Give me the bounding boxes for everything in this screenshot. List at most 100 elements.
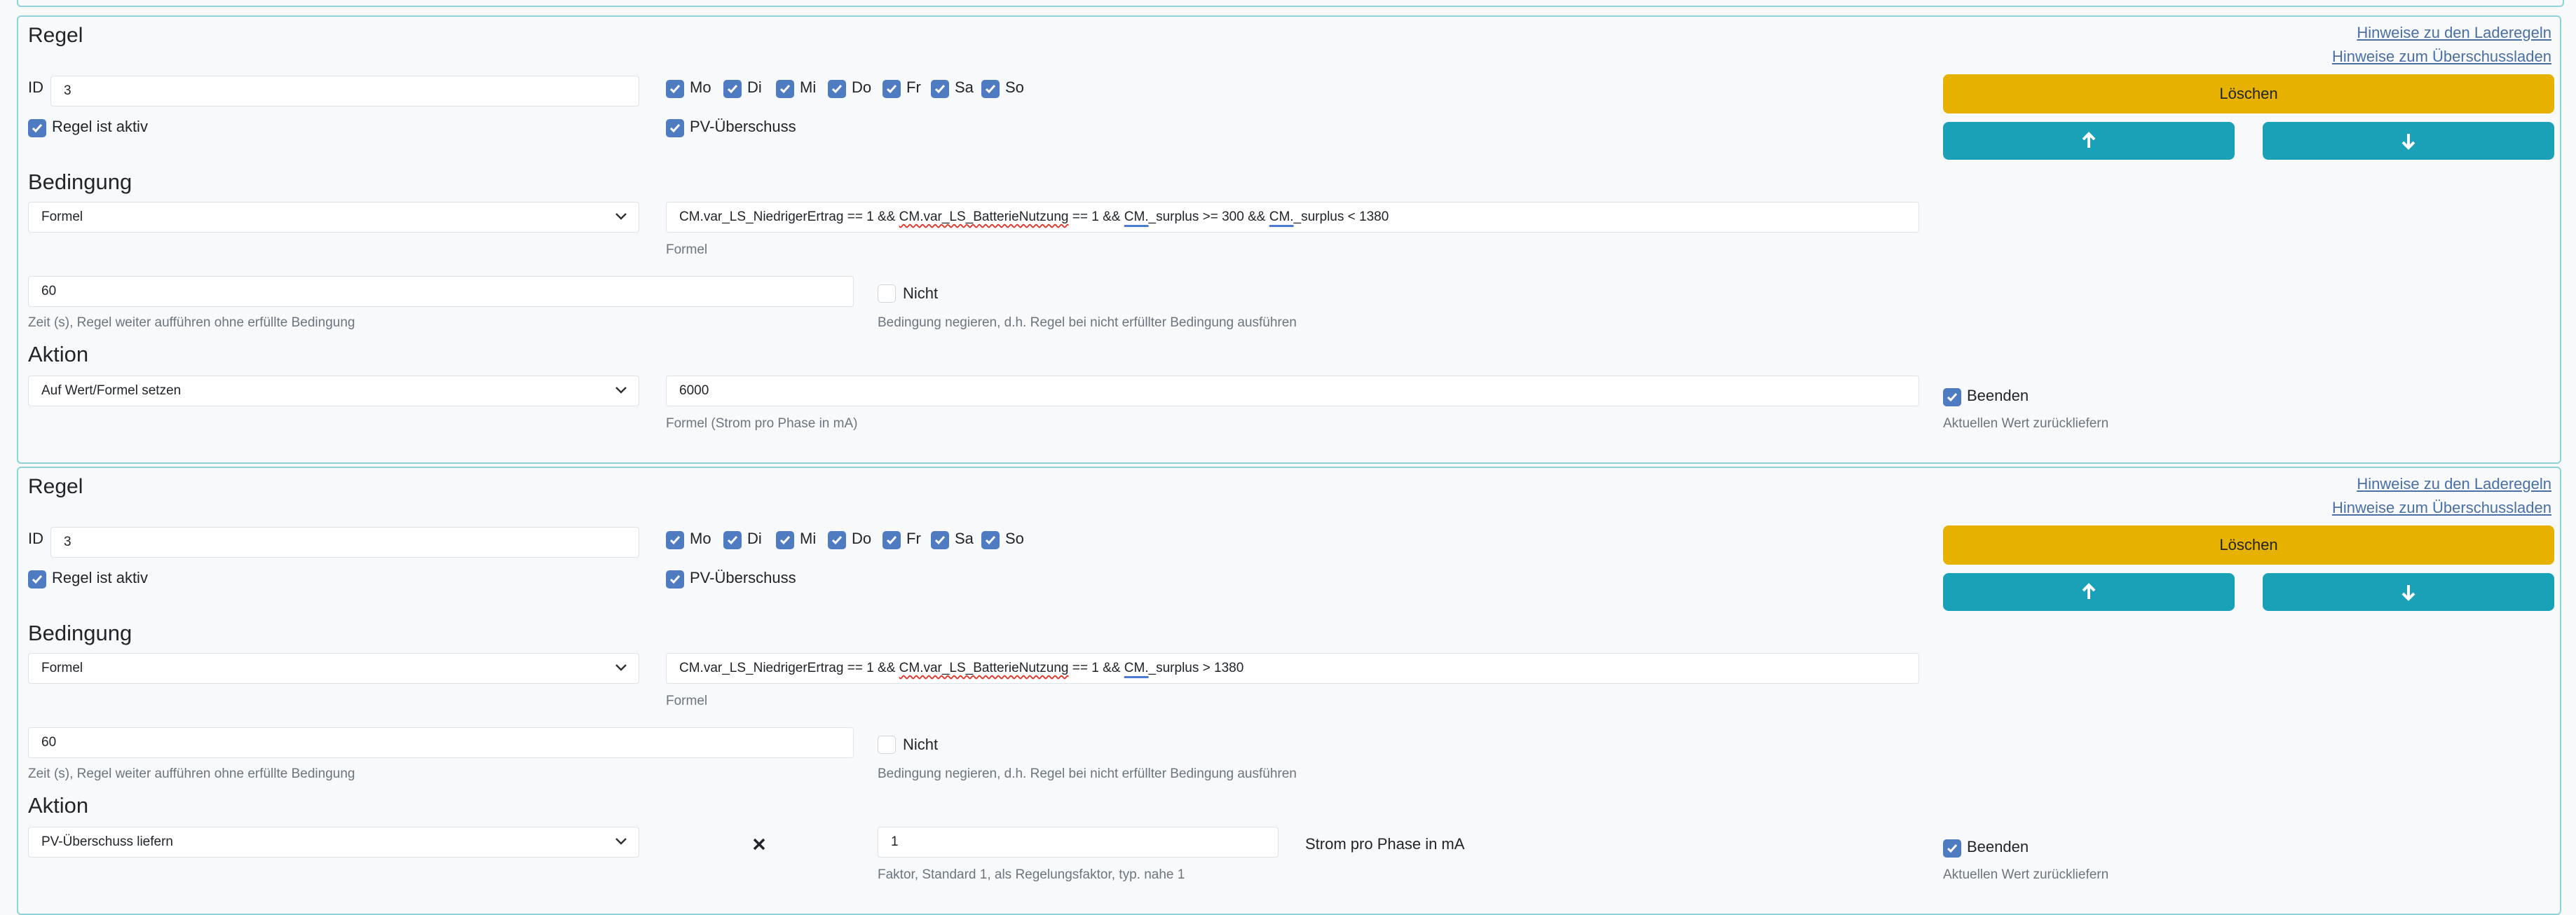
- help-link-charging-rules[interactable]: Hinweise zu den Laderegeln: [2357, 24, 2551, 42]
- id-label: ID: [28, 78, 43, 96]
- day-checkbox-sa[interactable]: [931, 531, 949, 549]
- negate-help: Bedingung negieren, d.h. Regel bei nicht…: [878, 315, 1297, 330]
- time-input[interactable]: 60: [28, 727, 854, 758]
- day-label: Mi: [800, 530, 817, 547]
- arrow-down-icon: [2401, 585, 2415, 601]
- condition-formula-input[interactable]: CM.var_LS_NiedrigerErtrag == 1 && CM.var…: [666, 653, 1919, 684]
- day-checkbox-sa[interactable]: [931, 80, 949, 98]
- pv-surplus-checkbox[interactable]: [666, 570, 684, 589]
- end-checkbox[interactable]: [1943, 388, 1961, 406]
- rule-title: Regel: [28, 24, 83, 47]
- condition-title: Bedingung: [28, 621, 132, 645]
- negate-label: Nicht: [903, 736, 939, 753]
- time-help: Zeit (s), Regel weiter aufführen ohne er…: [28, 315, 355, 330]
- day-checkbox-mi[interactable]: [776, 80, 794, 98]
- previous-card-edge: [17, 0, 2564, 7]
- formula-help: Formel: [666, 694, 708, 708]
- day-label: Fr: [906, 78, 921, 96]
- day-checkbox-di[interactable]: [723, 80, 742, 98]
- pv-surplus-label: PV-Überschuss: [690, 118, 796, 135]
- unit-label: Strom pro Phase in mA: [1305, 835, 1465, 853]
- action-type-select[interactable]: PV-Überschuss liefern: [28, 827, 639, 858]
- condition-type-select[interactable]: Formel: [28, 202, 639, 233]
- condition-formula-input[interactable]: CM.var_LS_NiedrigerErtrag == 1 && CM.var…: [666, 202, 1919, 233]
- id-input[interactable]: 3: [50, 76, 639, 106]
- day-checkbox-mi[interactable]: [776, 531, 794, 549]
- delete-button[interactable]: Löschen: [1943, 74, 2554, 113]
- day-checkbox-do[interactable]: [828, 531, 846, 549]
- end-checkbox[interactable]: [1943, 839, 1961, 858]
- day-label: Fr: [906, 530, 921, 547]
- formula-text-marked: CM.: [1269, 209, 1294, 224]
- day-checkbox-di[interactable]: [723, 531, 742, 549]
- id-input[interactable]: 3: [50, 527, 639, 558]
- day-label: So: [1005, 530, 1024, 547]
- rule-card: Regel Hinweise zu den Laderegeln Hinweis…: [17, 15, 2561, 464]
- id-label: ID: [28, 530, 43, 547]
- action-title: Aktion: [28, 793, 89, 818]
- formula-text: == 1 &&: [1068, 661, 1124, 675]
- formula-text-marked: CM.: [1124, 209, 1149, 224]
- help-link-surplus[interactable]: Hinweise zum Überschussladen: [2332, 499, 2551, 517]
- formula-text-misspelled: CM.var_LS_BatterieNutzung: [899, 209, 1069, 224]
- day-label: Mo: [690, 530, 711, 547]
- help-link-charging-rules[interactable]: Hinweise zu den Laderegeln: [2357, 475, 2551, 493]
- delete-button[interactable]: Löschen: [1943, 525, 2554, 565]
- condition-type-select[interactable]: Formel: [28, 653, 639, 684]
- day-checkbox-fr[interactable]: [882, 531, 901, 549]
- day-label: Mo: [690, 78, 711, 96]
- multiply-icon: [753, 838, 765, 851]
- day-label: Di: [747, 78, 762, 96]
- time-help: Zeit (s), Regel weiter aufführen ohne er…: [28, 766, 355, 781]
- time-input[interactable]: 60: [28, 276, 854, 307]
- chevron-down-icon: [615, 387, 627, 394]
- help-link-surplus[interactable]: Hinweise zum Überschussladen: [2332, 48, 2551, 66]
- rule-active-checkbox[interactable]: [28, 119, 46, 137]
- formula-text: _surplus > 1380: [1148, 661, 1244, 675]
- pv-surplus-checkbox[interactable]: [666, 119, 684, 137]
- arrow-up-icon: [2082, 583, 2096, 599]
- action-formula-input[interactable]: 6000: [666, 376, 1919, 406]
- negate-checkbox[interactable]: [878, 736, 896, 754]
- condition-type-value: Formel: [41, 661, 83, 675]
- negate-checkbox[interactable]: [878, 284, 896, 303]
- move-down-button[interactable]: [2263, 573, 2554, 611]
- day-label: Sa: [955, 530, 974, 547]
- negate-label: Nicht: [903, 284, 939, 302]
- day-checkbox-do[interactable]: [828, 80, 846, 98]
- arrow-up-icon: [2082, 132, 2096, 148]
- formula-text: == 1 &&: [1068, 209, 1124, 224]
- chevron-down-icon: [615, 213, 627, 220]
- factor-help: Faktor, Standard 1, als Regelungsfaktor,…: [878, 867, 1185, 882]
- condition-title: Bedingung: [28, 170, 132, 194]
- day-checkbox-mo[interactable]: [666, 531, 684, 549]
- day-checkbox-fr[interactable]: [882, 80, 901, 98]
- rule-active-label: Regel ist aktiv: [52, 569, 148, 586]
- move-down-button[interactable]: [2263, 122, 2554, 160]
- formula-text: CM.var_LS_NiedrigerErtrag == 1 &&: [679, 661, 899, 675]
- action-type-select[interactable]: Auf Wert/Formel setzen: [28, 376, 639, 406]
- chevron-down-icon: [615, 664, 627, 671]
- day-label: So: [1005, 78, 1024, 96]
- factor-input[interactable]: 1: [878, 827, 1279, 858]
- move-up-button[interactable]: [1943, 573, 2235, 611]
- action-type-value: PV-Überschuss liefern: [41, 834, 173, 849]
- formula-text-marked: CM.: [1124, 661, 1149, 675]
- end-help: Aktuellen Wert zurückliefern: [1943, 416, 2109, 431]
- day-checkbox-so[interactable]: [981, 531, 1000, 549]
- formula-text: _surplus >= 300 &&: [1148, 209, 1269, 224]
- day-label: Di: [747, 530, 762, 547]
- rule-active-checkbox[interactable]: [28, 570, 46, 589]
- formula-help: Formel: [666, 242, 708, 257]
- day-checkbox-mo[interactable]: [666, 80, 684, 98]
- action-formula-help: Formel (Strom pro Phase in mA): [666, 416, 858, 431]
- chevron-down-icon: [615, 838, 627, 845]
- formula-text-misspelled: CM.var_LS_BatterieNutzung: [899, 661, 1069, 675]
- rule-card: Regel Hinweise zu den Laderegeln Hinweis…: [17, 467, 2561, 915]
- rule-active-label: Regel ist aktiv: [52, 118, 148, 135]
- day-label: Do: [852, 78, 872, 96]
- end-help: Aktuellen Wert zurückliefern: [1943, 867, 2109, 882]
- move-up-button[interactable]: [1943, 122, 2235, 160]
- day-label: Sa: [955, 78, 974, 96]
- day-checkbox-so[interactable]: [981, 80, 1000, 98]
